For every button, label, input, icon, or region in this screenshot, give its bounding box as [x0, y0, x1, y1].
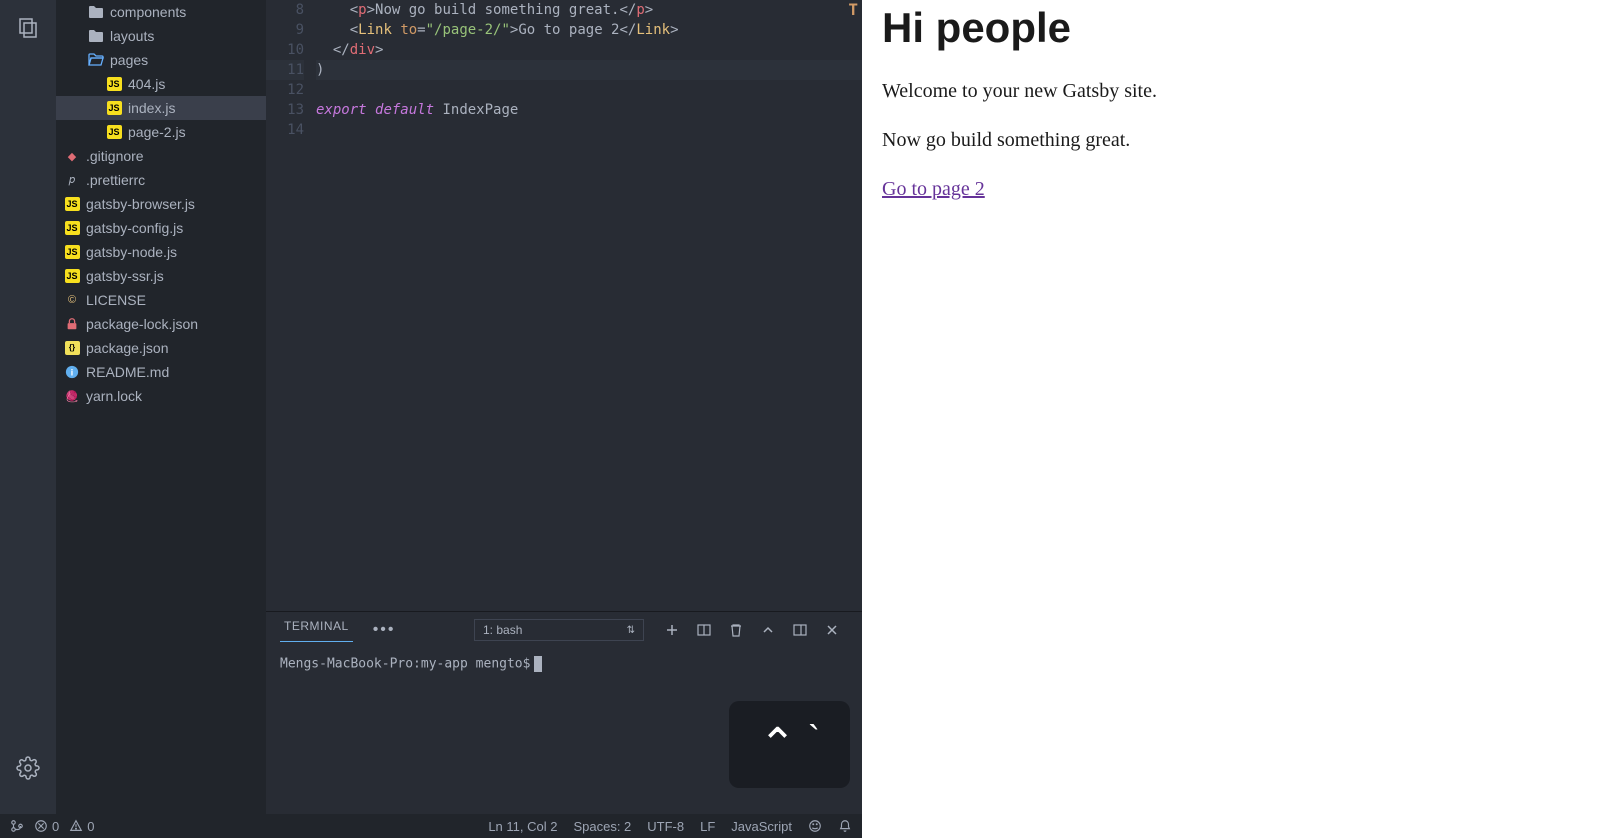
file-label: gatsby-node.js	[86, 244, 177, 260]
js-icon: JS	[64, 220, 80, 236]
maximize-panel-button[interactable]	[756, 618, 780, 642]
license-icon: ©	[64, 292, 80, 308]
welcome-text: Welcome to your new Gatsby site.	[882, 80, 1580, 103]
lock-icon	[64, 316, 80, 332]
file-label: package-lock.json	[86, 316, 198, 332]
terminal-tab[interactable]: TERMINAL	[280, 619, 353, 642]
language-mode[interactable]: JavaScript	[731, 819, 792, 834]
code-editor[interactable]: T 8 9 10 11 12 13 14 <p>Now go build som…	[266, 0, 862, 611]
readme-icon: i	[64, 364, 80, 380]
file-tree-item-package-json[interactable]: {} package.json	[56, 336, 266, 360]
file-tree-item-gatsby-ssr-js[interactable]: JS gatsby-ssr.js	[56, 264, 266, 288]
keystroke-overlay: ⌃ `	[729, 701, 850, 788]
file-tree-item-pages[interactable]: pages	[56, 48, 266, 72]
js-icon: JS	[64, 196, 80, 212]
errors-status[interactable]: 0	[34, 819, 59, 834]
prettier-icon: 𝑝	[64, 172, 80, 188]
file-tree-item-index-js[interactable]: JS index.js	[56, 96, 266, 120]
folder-icon	[88, 28, 104, 44]
git-icon: ◆	[64, 148, 80, 164]
file-tree-item--prettierrc[interactable]: 𝑝 .prettierrc	[56, 168, 266, 192]
ctrl-key-icon: ⌃	[759, 719, 796, 770]
file-tree-item-gatsby-config-js[interactable]: JS gatsby-config.js	[56, 216, 266, 240]
file-tree-item-yarn-lock[interactable]: 🧶 yarn.lock	[56, 384, 266, 408]
yarn-icon: 🧶	[64, 388, 80, 404]
browser-preview: Hi people Welcome to your new Gatsby sit…	[862, 0, 1600, 838]
file-label: index.js	[128, 100, 175, 116]
kill-terminal-button[interactable]	[724, 618, 748, 642]
folder-open-icon	[88, 52, 104, 68]
file-label: page-2.js	[128, 124, 186, 140]
file-tree-item-package-lock-json[interactable]: package-lock.json	[56, 312, 266, 336]
json-icon: {}	[64, 340, 80, 356]
panel-more-icon[interactable]: •••	[373, 621, 396, 639]
file-tree-item-page-2-js[interactable]: JS page-2.js	[56, 120, 266, 144]
file-tree-item-gatsby-node-js[interactable]: JS gatsby-node.js	[56, 240, 266, 264]
file-label: layouts	[110, 28, 154, 44]
split-terminal-button[interactable]	[692, 618, 716, 642]
file-label: README.md	[86, 364, 169, 380]
file-label: pages	[110, 52, 148, 68]
new-terminal-button[interactable]	[660, 618, 684, 642]
eol-status[interactable]: LF	[700, 819, 715, 834]
js-icon: JS	[64, 244, 80, 260]
page-heading: Hi people	[882, 4, 1580, 52]
file-label: gatsby-ssr.js	[86, 268, 164, 284]
svg-text:i: i	[71, 368, 73, 378]
file-tree-item-components[interactable]: components	[56, 0, 266, 24]
file-label: gatsby-browser.js	[86, 196, 195, 212]
file-tree-item-readme-md[interactable]: i README.md	[56, 360, 266, 384]
terminal-selector[interactable]: 1: bash ⇅	[474, 619, 644, 641]
js-icon: JS	[106, 100, 122, 116]
editor-area: T 8 9 10 11 12 13 14 <p>Now go build som…	[266, 0, 862, 838]
backtick-key: `	[808, 718, 820, 760]
panel-tabs: TERMINAL ••• 1: bash ⇅	[266, 612, 862, 648]
indentation-status[interactable]: Spaces: 2	[573, 819, 631, 834]
file-label: LICENSE	[86, 292, 146, 308]
build-text: Now go build something great.	[882, 129, 1580, 152]
close-panel-button[interactable]	[820, 618, 844, 642]
notifications-icon[interactable]	[838, 819, 852, 833]
line-gutter: 8 9 10 11 12 13 14	[266, 0, 316, 611]
file-label: .prettierrc	[86, 172, 145, 188]
source-control-status[interactable]	[10, 819, 24, 833]
file-label: gatsby-config.js	[86, 220, 183, 236]
feedback-icon[interactable]	[808, 819, 822, 833]
js-icon: JS	[64, 268, 80, 284]
file-label: .gitignore	[86, 148, 144, 164]
panel-layout-button[interactable]	[788, 618, 812, 642]
code-content[interactable]: <p>Now go build something great.</p> <Li…	[316, 0, 862, 611]
terminal-cursor	[534, 656, 542, 672]
folder-icon	[88, 4, 104, 20]
file-tree-item-layouts[interactable]: layouts	[56, 24, 266, 48]
explorer-sidebar: components layouts pages JS 404.js JS index.js…	[56, 0, 266, 838]
terminal-prompt: Mengs-MacBook-Pro:my-app mengto$	[280, 657, 530, 672]
file-tree-item--gitignore[interactable]: ◆ .gitignore	[56, 144, 266, 168]
page-2-link[interactable]: Go to page 2	[882, 178, 985, 200]
file-tree: components layouts pages JS 404.js JS index.js…	[56, 0, 266, 812]
settings-gear-icon[interactable]	[14, 754, 42, 782]
file-label: components	[110, 4, 186, 20]
file-label: yarn.lock	[86, 388, 142, 404]
file-tree-item-404-js[interactable]: JS 404.js	[56, 72, 266, 96]
file-tree-item-gatsby-browser-js[interactable]: JS gatsby-browser.js	[56, 192, 266, 216]
minimap-indicator: T	[848, 0, 858, 20]
warnings-status[interactable]: 0	[69, 819, 94, 834]
activity-bar	[0, 0, 56, 838]
encoding-status[interactable]: UTF-8	[647, 819, 684, 834]
cursor-position[interactable]: Ln 11, Col 2	[488, 819, 557, 834]
js-icon: JS	[106, 76, 122, 92]
file-label: 404.js	[128, 76, 165, 92]
select-arrows-icon: ⇅	[627, 625, 635, 636]
file-label: package.json	[86, 340, 169, 356]
status-bar: 0 0 Ln 11, Col 2 Spaces: 2 UTF-8 LF Java…	[0, 814, 862, 838]
vscode-window: components layouts pages JS 404.js JS index.js…	[0, 0, 862, 838]
js-icon: JS	[106, 124, 122, 140]
file-tree-item-license[interactable]: © LICENSE	[56, 288, 266, 312]
explorer-icon[interactable]	[14, 14, 42, 42]
